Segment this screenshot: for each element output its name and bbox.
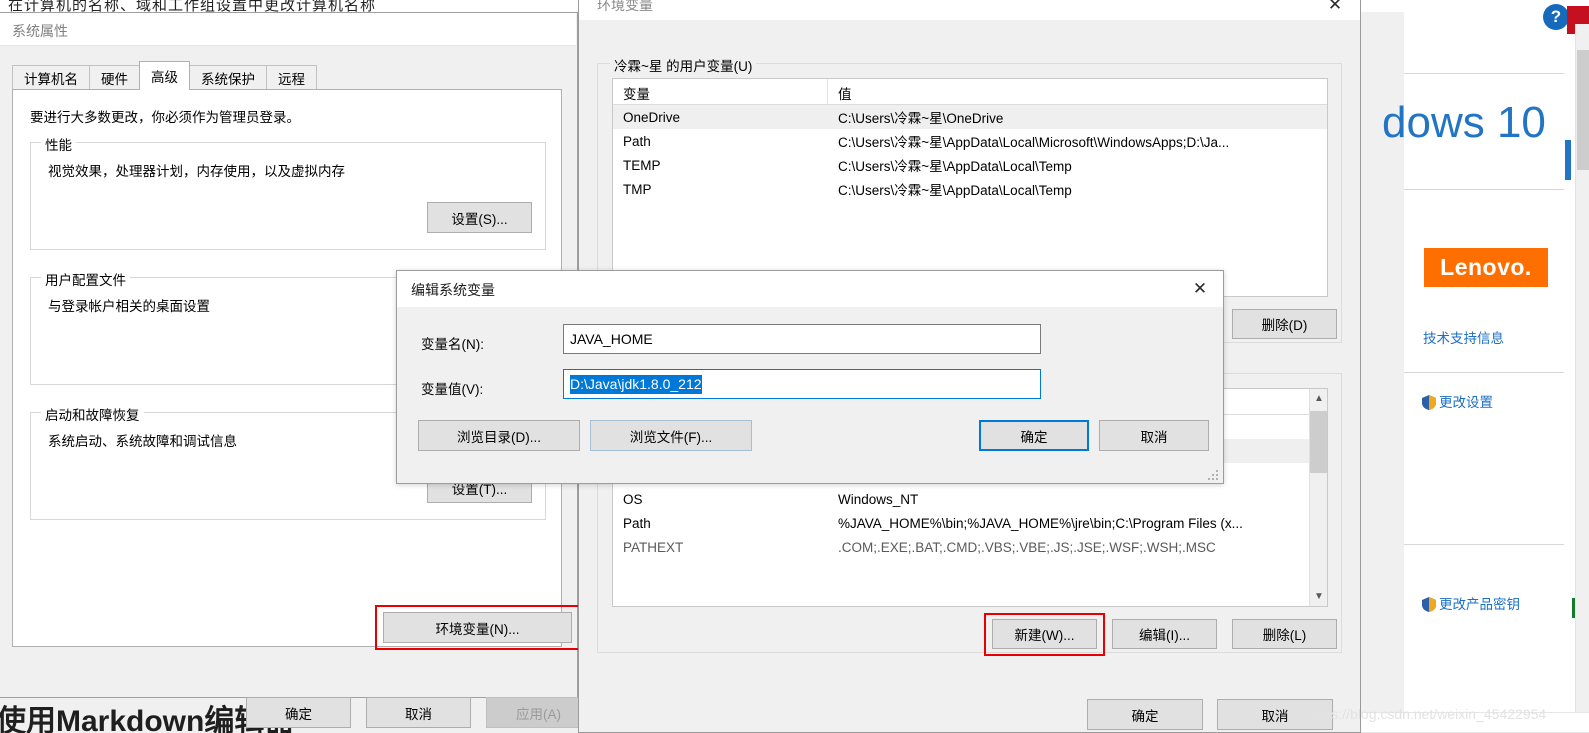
resize-grip-icon[interactable] xyxy=(1208,468,1220,480)
sysprop-apply-button: 应用(A) xyxy=(486,697,591,728)
performance-group-text: 视觉效果，处理器计划，内存使用，以及虚拟内存 xyxy=(48,164,345,179)
system-delete-button[interactable]: 删除(L) xyxy=(1232,619,1337,649)
edit-dialog-title: 编辑系统变量 xyxy=(411,282,495,298)
variable-value-input[interactable]: D:\Java\jdk1.8.0_212 xyxy=(563,369,1041,399)
page-scrollbar[interactable] xyxy=(1575,24,1589,733)
tab-hardware[interactable]: 硬件 xyxy=(89,65,140,90)
system-properties-tabs: 计算机名 硬件 高级 系统保护 远程 xyxy=(12,61,317,90)
user-variables-table[interactable]: 变量 值 OneDrive C:\Users\冷霖~星\OneDrive Pat… xyxy=(612,78,1328,297)
table-row[interactable]: TMP C:\Users\冷霖~星\AppData\Local\Temp xyxy=(613,177,1327,201)
windows-edition-text: dows 10 xyxy=(1382,98,1546,147)
variable-value: %JAVA_HOME%\bin;%JAVA_HOME%\jre\bin;C:\P… xyxy=(838,515,1243,531)
scrollbar-thumb[interactable] xyxy=(1310,411,1327,473)
close-icon[interactable]: ✕ xyxy=(1320,0,1350,16)
table-row[interactable]: Path %JAVA_HOME%\bin;%JAVA_HOME%\jre\bin… xyxy=(613,511,1327,535)
table-row[interactable]: PATHEXT .COM;.EXE;.BAT;.CMD;.VBS;.VBE;.J… xyxy=(613,535,1327,559)
sysprop-ok-button[interactable]: 确定 xyxy=(246,697,351,728)
user-variables-group-title: 冷霖~星 的用户变量(U) xyxy=(610,55,757,75)
system-properties-titlebar: 系统属性 xyxy=(0,13,576,46)
edit-cancel-button[interactable]: 取消 xyxy=(1099,420,1209,451)
variable-name-label: 变量名(N): xyxy=(421,337,484,352)
startup-recovery-group-text: 系统启动、系统故障和调试信息 xyxy=(48,434,237,449)
variable-value: C:\Users\冷霖~星\AppData\Local\Temp xyxy=(838,159,1072,174)
admin-note: 要进行大多数更改，你必须作为管理员登录。 xyxy=(30,110,300,125)
user-variables-header: 变量 值 xyxy=(613,79,1327,105)
table-row[interactable]: TEMP C:\Users\冷霖~星\AppData\Local\Temp xyxy=(613,153,1327,177)
variable-name: Path xyxy=(623,133,651,149)
tab-system-protection[interactable]: 系统保护 xyxy=(189,65,267,90)
shield-icon xyxy=(1422,597,1436,612)
change-settings-link[interactable]: 更改设置 xyxy=(1422,391,1493,411)
tab-computer-name[interactable]: 计算机名 xyxy=(12,65,90,90)
close-icon[interactable]: ✕ xyxy=(1185,278,1215,300)
accent-bar xyxy=(1565,140,1571,180)
performance-group: 性能 视觉效果，处理器计划，内存使用，以及虚拟内存 设置(S)... xyxy=(30,134,546,250)
variable-name-input[interactable]: JAVA_HOME xyxy=(563,324,1041,354)
system-properties-title: 系统属性 xyxy=(12,23,68,39)
divider xyxy=(1404,372,1564,373)
variable-name: Path xyxy=(623,515,651,531)
support-info-link[interactable]: 技术支持信息 xyxy=(1423,327,1504,347)
divider xyxy=(1404,544,1564,545)
variable-value: C:\Users\冷霖~星\AppData\Local\Microsoft\Wi… xyxy=(838,135,1230,150)
scroll-up-icon[interactable]: ▲ xyxy=(1310,389,1327,408)
startup-recovery-group-title: 启动和故障恢复 xyxy=(41,404,144,424)
change-settings-label: 更改设置 xyxy=(1439,395,1493,410)
variable-value: .COM;.EXE;.BAT;.CMD;.VBS;.VBE;.JS;.JSE;.… xyxy=(838,539,1216,555)
variable-value-label: 变量值(V): xyxy=(421,382,484,397)
edit-ok-button[interactable]: 确定 xyxy=(979,420,1089,451)
env-window-title: 环境变量 xyxy=(597,0,653,13)
environment-variables-button[interactable]: 环境变量(N)... xyxy=(383,612,572,643)
user-profiles-group-title: 用户配置文件 xyxy=(41,269,130,289)
shield-icon xyxy=(1422,395,1436,410)
system-new-button[interactable]: 新建(W)... xyxy=(992,619,1097,649)
variable-name: TMP xyxy=(623,181,652,197)
variable-value-input-value: D:\Java\jdk1.8.0_212 xyxy=(570,374,702,394)
performance-settings-button[interactable]: 设置(S)... xyxy=(427,202,532,233)
variable-name-input-value: JAVA_HOME xyxy=(570,331,653,347)
watermark: https://blog.csdn.net/weixin_45422954 xyxy=(1308,706,1547,722)
browse-file-button[interactable]: 浏览文件(F)... xyxy=(590,420,752,451)
performance-group-title: 性能 xyxy=(41,134,76,154)
change-product-key-link[interactable]: 更改产品密钥 xyxy=(1422,593,1520,613)
divider xyxy=(1404,73,1564,74)
column-header-value: 值 xyxy=(838,87,852,102)
change-product-key-label: 更改产品密钥 xyxy=(1439,597,1520,612)
table-row[interactable]: OneDrive C:\Users\冷霖~星\OneDrive xyxy=(613,105,1327,129)
top-cut-text: 在计算机的名称、域和工作组设置中更改计算机名称 xyxy=(8,0,377,12)
scrollbar-thumb[interactable] xyxy=(1577,50,1589,170)
env-titlebar: 环境变量 ✕ xyxy=(579,0,1360,20)
scroll-down-icon[interactable]: ▼ xyxy=(1310,587,1327,606)
variable-value: C:\Users\冷霖~星\AppData\Local\Temp xyxy=(838,183,1072,198)
system-edit-button[interactable]: 编辑(I)... xyxy=(1112,619,1217,649)
browse-directory-button[interactable]: 浏览目录(D)... xyxy=(418,420,580,451)
variable-name: TEMP xyxy=(623,157,661,173)
tab-advanced[interactable]: 高级 xyxy=(139,61,190,90)
tab-remote[interactable]: 远程 xyxy=(266,65,317,90)
column-header-name: 变量 xyxy=(613,79,828,104)
support-info-label: 技术支持信息 xyxy=(1423,331,1504,346)
variable-name: OS xyxy=(623,491,643,507)
variable-name: PATHEXT xyxy=(623,539,684,555)
help-icon[interactable]: ? xyxy=(1543,4,1569,30)
variable-name: OneDrive xyxy=(623,109,681,125)
sysprop-cancel-button[interactable]: 取消 xyxy=(366,697,471,728)
divider xyxy=(1404,189,1564,190)
env-ok-button[interactable]: 确定 xyxy=(1087,699,1203,730)
variable-value: C:\Users\冷霖~星\OneDrive xyxy=(838,111,1004,126)
system-variables-scrollbar[interactable]: ▲ ▼ xyxy=(1309,389,1327,606)
user-profiles-group-text: 与登录帐户相关的桌面设置 xyxy=(48,299,210,314)
table-row[interactable]: Path C:\Users\冷霖~星\AppData\Local\Microso… xyxy=(613,129,1327,153)
edit-system-variable-dialog: 编辑系统变量 ✕ 变量名(N): JAVA_HOME 变量值(V): D:\Ja… xyxy=(396,270,1224,484)
variable-value: Windows_NT xyxy=(838,491,919,507)
user-delete-button[interactable]: 删除(D) xyxy=(1232,309,1337,339)
edit-dialog-titlebar: 编辑系统变量 ✕ xyxy=(397,271,1223,307)
lenovo-logo: Lenovo. xyxy=(1424,248,1548,287)
table-row[interactable]: OS Windows_NT xyxy=(613,487,1327,511)
screen: 在计算机的名称、域和工作组设置中更改计算机名称 ? dows 10 Lenovo… xyxy=(0,0,1589,733)
